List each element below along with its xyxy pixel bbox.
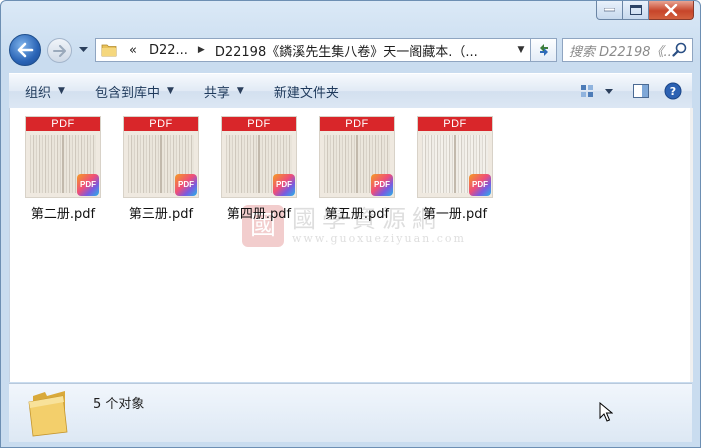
pdf-app-badge-icon: PDF (175, 174, 197, 196)
file-name: 第一册.pdf (422, 207, 488, 222)
file-name: 第四册.pdf (226, 207, 292, 222)
pdf-thumbnail: PDF PDF (123, 116, 199, 198)
recent-pages-button[interactable] (77, 45, 89, 55)
back-arrow-icon (17, 42, 34, 58)
new-folder-label: 新建文件夹 (273, 85, 339, 101)
include-in-library-menu[interactable]: 包含到库中 ▼ (75, 74, 184, 108)
close-button[interactable] (649, 1, 694, 20)
item-count: 5 个对象 (93, 397, 145, 412)
pdf-thumbnail: PDF PDF (25, 116, 101, 198)
watermark-url: www.guoxueziyuan.com (292, 232, 466, 245)
pdf-thumbnail: PDF PDF (221, 116, 297, 198)
organize-label: 组织 (25, 85, 52, 101)
chevron-down-icon: ▼ (58, 86, 65, 96)
share-label: 共享 (203, 85, 230, 101)
organize-menu[interactable]: 组织 ▼ (9, 74, 75, 108)
breadcrumb-separator-icon[interactable]: ▶ (194, 45, 209, 55)
pdf-app-badge-icon: PDF (77, 174, 99, 196)
folder-icon (101, 44, 117, 57)
search-icon[interactable] (672, 42, 688, 58)
minimize-button[interactable] (596, 1, 623, 20)
view-grid-icon (581, 85, 593, 97)
pdf-label: PDF (418, 117, 492, 131)
file-item[interactable]: PDF PDF 第一册.pdf (410, 116, 500, 222)
caption-buttons (596, 1, 694, 23)
details-pane: 5 个对象 (9, 383, 692, 442)
change-view-button[interactable] (574, 74, 600, 108)
minimize-icon (604, 8, 615, 12)
chevron-down-icon (78, 47, 88, 52)
pdf-thumbnail: PDF PDF (319, 116, 395, 198)
preview-pane-icon (633, 84, 649, 98)
view-options-dropdown[interactable] (600, 74, 618, 108)
file-name: 第五册.pdf (324, 207, 390, 222)
forward-button[interactable] (47, 38, 72, 63)
pdf-app-badge-icon: PDF (371, 174, 393, 196)
explorer-window: « D22... ▶ D22198《鏻溪先生集八卷》天一阁藏本.（... ▼ 搜… (0, 0, 701, 448)
chevron-down-icon: ▼ (166, 86, 174, 96)
preview-pane-button[interactable] (628, 74, 654, 108)
file-item[interactable]: PDF PDF 第五册.pdf (312, 116, 402, 222)
scrollbar[interactable] (690, 108, 693, 382)
view-controls: ? (574, 74, 692, 108)
refresh-button[interactable] (531, 38, 557, 62)
share-menu[interactable]: 共享 ▼ (184, 74, 254, 108)
pdf-app-badge-icon: PDF (469, 174, 491, 196)
chevron-down-icon (605, 88, 613, 94)
file-name: 第三册.pdf (128, 207, 194, 222)
breadcrumb-segment-parent[interactable]: D22... (143, 43, 194, 58)
chevron-down-icon: ▼ (236, 86, 244, 96)
include-library-label: 包含到库中 (94, 85, 160, 101)
pdf-thumbnail: PDF PDF (417, 116, 493, 198)
search-placeholder: 搜索 D22198《... (569, 44, 676, 60)
forward-arrow-icon (52, 44, 66, 57)
command-toolbar: 组织 ▼ 包含到库中 ▼ 共享 ▼ 新建文件夹 ? (9, 73, 692, 109)
pdf-label: PDF (26, 117, 100, 131)
address-dropdown-icon[interactable]: ▼ (512, 45, 530, 55)
maximize-icon (629, 5, 642, 15)
maximize-button[interactable] (623, 1, 649, 20)
help-button[interactable]: ? (660, 74, 686, 108)
folder-icon (28, 391, 68, 437)
address-bar[interactable]: « D22... ▶ D22198《鏻溪先生集八卷》天一阁藏本.（... ▼ (95, 38, 531, 62)
file-name: 第二册.pdf (30, 207, 96, 222)
breadcrumb-segment-current[interactable]: D22198《鏻溪先生集八卷》天一阁藏本.（... (209, 41, 484, 60)
pdf-label: PDF (124, 117, 198, 131)
pdf-app-badge-icon: PDF (273, 174, 295, 196)
file-item[interactable]: PDF PDF 第二册.pdf (18, 116, 108, 222)
close-icon (664, 4, 678, 16)
search-input[interactable]: 搜索 D22198《... (562, 38, 693, 62)
pdf-label: PDF (320, 117, 394, 131)
address-overflow[interactable]: « (123, 43, 143, 58)
new-folder-button[interactable]: 新建文件夹 (254, 74, 349, 108)
file-list-pane[interactable]: 國 國學資源網 www.guoxueziyuan.com PDF PDF 第二册… (9, 108, 690, 382)
back-button[interactable] (9, 34, 41, 66)
refresh-icon (539, 44, 548, 56)
svg-text:?: ? (670, 85, 676, 98)
pdf-label: PDF (222, 117, 296, 131)
mouse-cursor-icon (599, 402, 613, 422)
file-item[interactable]: PDF PDF 第四册.pdf (214, 116, 304, 222)
file-item[interactable]: PDF PDF 第三册.pdf (116, 116, 206, 222)
navigation-bar: « D22... ▶ D22198《鏻溪先生集八卷》天一阁藏本.（... ▼ 搜… (9, 33, 693, 67)
help-icon: ? (664, 82, 682, 100)
